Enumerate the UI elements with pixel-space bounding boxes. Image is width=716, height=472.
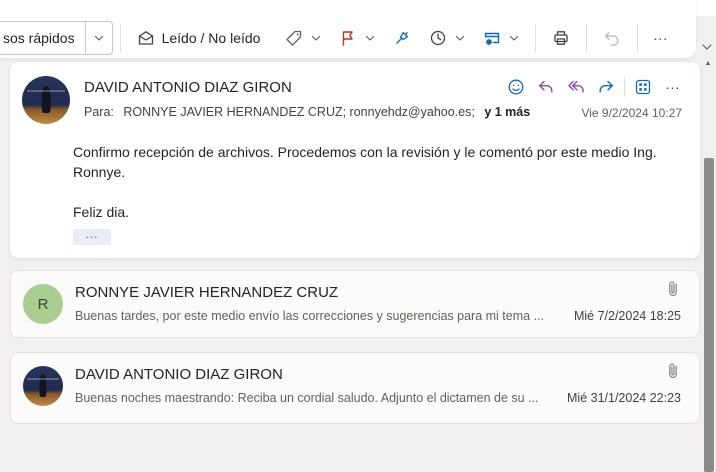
quick-steps-split-button[interactable]: sos rápidos <box>0 21 113 55</box>
envelope-icon <box>136 28 156 48</box>
message-actions: ... <box>501 74 688 100</box>
row-date: Mié 31/1/2024 22:23 <box>567 391 681 405</box>
scrollbar-thumb[interactable] <box>704 158 714 472</box>
print-button[interactable] <box>543 22 579 54</box>
reply-icon <box>536 77 556 97</box>
collapse-toolbar-chevron-icon[interactable] <box>700 40 714 54</box>
categorize-button[interactable] <box>276 22 330 54</box>
quick-steps-label: sos rápidos <box>0 30 85 46</box>
sender-avatar[interactable] <box>23 366 63 406</box>
chevron-down-icon <box>508 32 520 44</box>
row-preview-text: Buenas tardes, por este medio envío las … <box>75 309 544 323</box>
body-paragraph: Confirmo recepción de archivos. Procedem… <box>73 142 658 182</box>
reply-button[interactable] <box>531 74 561 100</box>
toolbar-separator <box>637 24 638 52</box>
quick-steps-dropdown[interactable] <box>86 32 112 44</box>
more-recipients[interactable]: y 1 más <box>484 105 530 119</box>
toolbar-separator <box>535 24 536 52</box>
pin-button[interactable] <box>384 22 420 54</box>
snooze-button[interactable] <box>420 22 474 54</box>
toolbar-separator <box>120 24 121 52</box>
printer-icon <box>551 28 571 48</box>
smiley-icon <box>506 77 526 97</box>
sender-avatar[interactable]: R <box>23 284 63 324</box>
ellipsis-icon: ... <box>85 234 98 240</box>
undo-icon <box>602 28 622 48</box>
collapsed-message-row[interactable]: R RONNYE JAVIER HERNANDEZ CRUZ Buenas ta… <box>10 270 700 338</box>
sender-avatar[interactable] <box>22 76 70 124</box>
toolbar: sos rápidos Leído / No leído <box>0 0 696 58</box>
scrollbar-up-arrow-icon[interactable]: ▲ <box>700 60 716 67</box>
row-preview-text: Buenas noches maestrando: Reciba un cord… <box>75 391 538 405</box>
toolbar-separator <box>586 24 587 52</box>
flag-button[interactable] <box>330 22 384 54</box>
rules-icon <box>482 28 502 48</box>
toolbar-more-button[interactable]: ... <box>645 22 676 54</box>
message-more-button[interactable]: ... <box>658 74 688 100</box>
row-sender-name: DAVID ANTONIO DIAZ GIRON <box>75 366 283 383</box>
chevron-down-icon <box>310 32 322 44</box>
avatar-initial: R <box>38 296 49 313</box>
row-sender-name: RONNYE JAVIER HERNANDEZ CRUZ <box>75 284 338 301</box>
ellipsis-icon: ... <box>653 28 668 48</box>
react-button[interactable] <box>501 74 531 100</box>
undo-button[interactable] <box>594 22 630 54</box>
recipients-list[interactable]: RONNYE JAVIER HERNANDEZ CRUZ; ronnyehdz@… <box>123 105 474 119</box>
message-date: Vie 9/2/2024 10:27 <box>581 106 682 120</box>
actions-divider <box>624 77 625 97</box>
attachment-paperclip-icon <box>665 362 681 380</box>
chevron-down-icon <box>93 32 105 44</box>
attachment-paperclip-icon <box>665 280 681 298</box>
rules-button[interactable] <box>474 22 528 54</box>
clock-icon <box>428 28 448 48</box>
forward-icon <box>596 77 616 97</box>
sender-name[interactable]: DAVID ANTONIO DIAZ GIRON <box>84 79 292 96</box>
forward-button[interactable] <box>591 74 621 100</box>
apps-button[interactable] <box>628 74 658 100</box>
chevron-down-icon <box>364 32 376 44</box>
read-unread-label: Leído / No leído <box>162 30 261 46</box>
read-unread-button[interactable]: Leído / No leído <box>128 22 269 54</box>
body-paragraph: Feliz dia. <box>73 202 658 222</box>
reply-all-icon <box>566 77 586 97</box>
row-date: Mié 7/2/2024 18:25 <box>574 309 681 323</box>
pin-icon <box>392 28 412 48</box>
show-quoted-text-button[interactable]: ... <box>73 229 111 245</box>
expanded-message-card: DAVID ANTONIO DIAZ GIRON Para: RONNYE JA… <box>10 62 700 258</box>
collapsed-message-row[interactable]: DAVID ANTONIO DIAZ GIRON Buenas noches m… <box>10 352 700 424</box>
ellipsis-icon: ... <box>666 77 681 97</box>
recipients-line: Para: RONNYE JAVIER HERNANDEZ CRUZ; ronn… <box>84 105 530 119</box>
apps-grid-icon <box>633 77 653 97</box>
chevron-down-icon <box>454 32 466 44</box>
tag-icon <box>284 28 304 48</box>
message-body: Confirmo recepción de archivos. Procedem… <box>73 142 658 222</box>
to-label: Para: <box>84 105 114 119</box>
flag-icon <box>338 28 358 48</box>
reply-all-button[interactable] <box>561 74 591 100</box>
vertical-scrollbar[interactable]: ▲ <box>700 58 716 472</box>
